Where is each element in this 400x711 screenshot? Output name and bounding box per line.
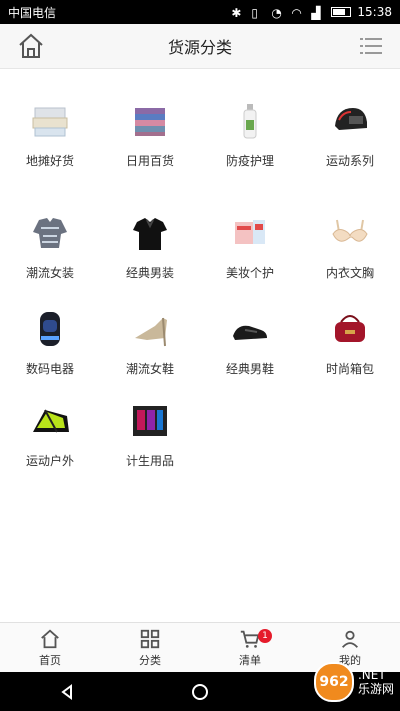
status-icons: ✱ ▯ ◔ ◠ ▟ 15:38 (231, 5, 392, 20)
handbag-icon (335, 315, 365, 342)
category-item[interactable]: 运动系列 (300, 98, 400, 198)
category-item[interactable]: 地摊好货 (0, 98, 100, 198)
category-label: 经典男鞋 (225, 362, 274, 376)
category-item[interactable]: 经典男装 (100, 210, 200, 310)
category-label: 运动系列 (325, 154, 374, 168)
tab-category[interactable]: 分类 (100, 623, 200, 673)
category-item[interactable]: 日用百货 (100, 98, 200, 198)
category-label: 时尚箱包 (325, 362, 374, 376)
list-menu-icon[interactable] (358, 33, 384, 59)
home-icon (41, 629, 59, 649)
status-bar: 中国电信 ✱ ▯ ◔ ◠ ▟ 15:38 (0, 0, 400, 24)
category-item[interactable]: 潮流女鞋 (100, 306, 200, 406)
storage-boxes-icon (32, 107, 68, 137)
tab-label: 首页 (39, 654, 61, 667)
back-icon[interactable] (57, 682, 77, 702)
category-label: 日用百货 (125, 154, 174, 168)
bluetooth-icon: ✱ (231, 6, 242, 20)
vibrate-icon: ▯ (251, 6, 259, 20)
category-item[interactable]: 计生用品 (100, 398, 200, 498)
category-item[interactable]: 运动户外 (0, 398, 100, 498)
category-label: 潮流女装 (25, 266, 74, 280)
page-title: 货源分类 (167, 38, 232, 57)
watermark-subtext: 乐游网 (357, 682, 394, 696)
battery-icon (331, 7, 352, 17)
category-label: 内衣文胸 (325, 266, 374, 280)
men-shoe-icon (233, 325, 267, 340)
watermark-badge: 962 (313, 662, 354, 702)
tab-cart[interactable]: 清单 1 (200, 623, 300, 673)
category-label: 经典男装 (125, 266, 174, 280)
tab-home[interactable]: 首页 (0, 623, 100, 673)
category-label: 美妆个护 (225, 266, 274, 280)
watermark-text: .NET 乐游网 (358, 668, 394, 696)
adult-products-icon (133, 406, 167, 436)
towels-icon (135, 108, 165, 136)
category-label: 计生用品 (125, 454, 174, 468)
blouse-icon (33, 218, 67, 248)
category-label: 潮流女鞋 (125, 362, 174, 376)
helmet-icon (335, 108, 367, 130)
cart-badge: 1 (258, 629, 272, 643)
category-item[interactable]: 美妆个护 (200, 210, 300, 310)
carrier-label: 中国电信 (8, 5, 57, 20)
category-item[interactable]: 时尚箱包 (300, 306, 400, 406)
tab-label: 清单 (239, 654, 261, 667)
watermark: 962 .NET 乐游网 (313, 662, 394, 702)
heel-shoe-icon (135, 317, 167, 347)
home-circle-icon[interactable] (190, 682, 210, 702)
category-label: 数码电器 (25, 362, 74, 376)
watermark-domain: .NET (357, 668, 386, 682)
category-item[interactable]: 数码电器 (0, 306, 100, 406)
home-icon[interactable] (16, 31, 46, 61)
user-icon (341, 630, 359, 648)
grid-icon (140, 629, 160, 649)
category-item[interactable]: 潮流女装 (0, 210, 100, 310)
category-item[interactable]: 内衣文胸 (300, 210, 400, 310)
wifi-icon: ◠ (291, 6, 302, 20)
clock: 15:38 (357, 5, 392, 19)
mosquito-lamp-icon (40, 312, 60, 346)
tent-icon (33, 409, 69, 433)
spray-bottle-icon (243, 104, 257, 139)
tab-label: 分类 (139, 654, 161, 667)
signal-icon: ▟ (311, 6, 321, 20)
category-label: 地摊好货 (25, 154, 74, 168)
category-item[interactable]: 防疫护理 (200, 98, 300, 198)
bra-icon (332, 219, 368, 242)
alarm-icon: ◔ (271, 6, 282, 20)
cosmetics-icon (235, 220, 265, 244)
polo-shirt-icon (133, 218, 167, 250)
category-label: 防疫护理 (225, 154, 274, 168)
category-item[interactable]: 经典男鞋 (200, 306, 300, 406)
category-label: 运动户外 (25, 454, 74, 468)
top-bar: 货源分类 (0, 24, 400, 69)
